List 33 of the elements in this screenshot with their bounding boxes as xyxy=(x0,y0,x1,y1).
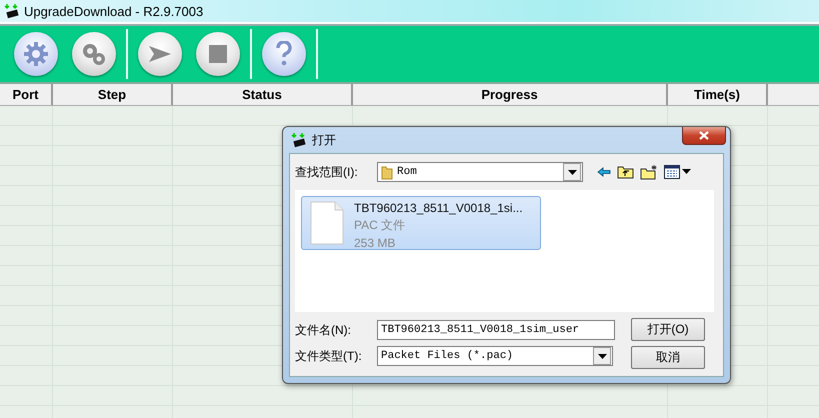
caret-icon xyxy=(598,354,606,358)
look-in-label: 查找范围(I): xyxy=(295,164,359,180)
chip-icon xyxy=(291,132,307,148)
gear-button[interactable] xyxy=(14,32,58,76)
file-name-label: 文件名(N): xyxy=(295,322,352,338)
new-folder-icon[interactable] xyxy=(640,164,658,180)
file-size: 253 MB xyxy=(354,236,396,250)
file-item[interactable]: TBT960213_8511_V0018_1si... PAC 文件 253 MB xyxy=(301,196,541,250)
up-folder-icon[interactable] xyxy=(617,165,634,179)
help-button[interactable] xyxy=(262,32,306,76)
close-icon xyxy=(699,131,709,140)
file-type-label: 文件类型(T): xyxy=(295,348,363,364)
dialog-title: 打开 xyxy=(312,132,336,148)
view-menu-icon[interactable] xyxy=(664,165,692,179)
file-type: PAC 文件 xyxy=(354,217,406,234)
play-icon xyxy=(147,44,173,64)
help-icon xyxy=(275,41,293,67)
gear-icon xyxy=(23,41,49,67)
stop-icon xyxy=(209,45,227,63)
close-button[interactable] xyxy=(682,127,726,145)
file-type-dropdown[interactable]: Packet Files (*.pac) xyxy=(377,346,613,366)
file-name-field[interactable]: TBT960213_8511_V0018_1sim_user xyxy=(377,320,615,340)
file-icon xyxy=(310,201,344,245)
back-arrow-icon[interactable] xyxy=(597,167,611,177)
chip-icon xyxy=(4,3,20,19)
gears-icon xyxy=(80,41,108,67)
folder-icon xyxy=(381,164,393,180)
window-title: UpgradeDownload - R2.9.7003 xyxy=(24,4,204,18)
dialog-button[interactable]: 取消 xyxy=(631,346,705,369)
file-name: TBT960213_8511_V0018_1si... xyxy=(354,201,523,215)
caret-icon xyxy=(568,170,576,174)
dialog-button[interactable]: 打开(O) xyxy=(631,318,705,341)
look-in-dropdown[interactable]: Rom xyxy=(377,162,583,182)
